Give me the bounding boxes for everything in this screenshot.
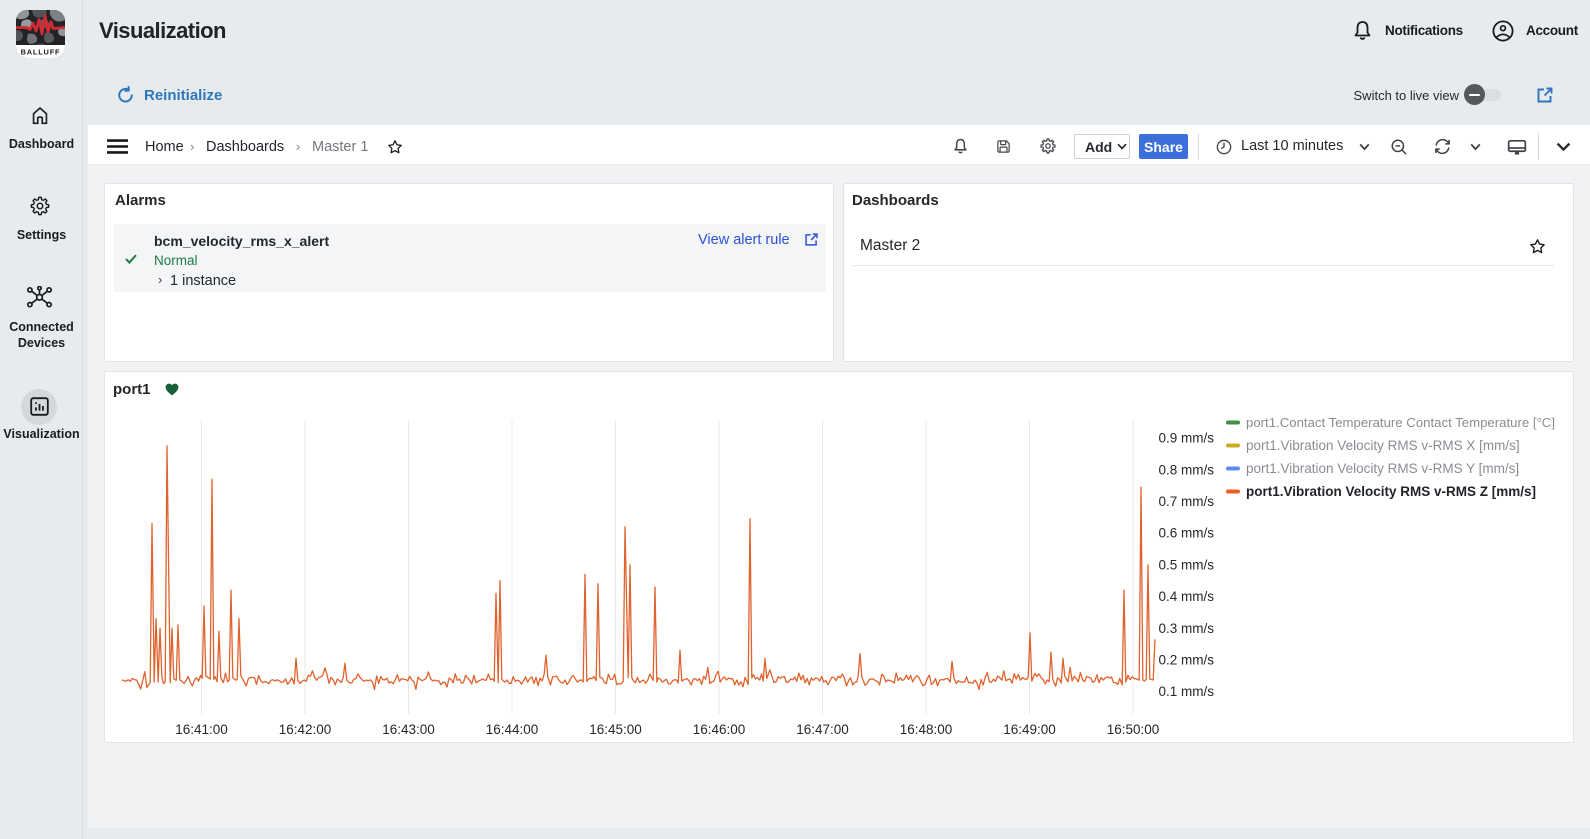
svg-text:0.9 mm/s: 0.9 mm/s [1158, 431, 1214, 446]
svg-text:0.6 mm/s: 0.6 mm/s [1158, 526, 1214, 541]
svg-text:16:47:00: 16:47:00 [796, 722, 849, 737]
svg-text:0.7 mm/s: 0.7 mm/s [1158, 494, 1214, 509]
svg-text:0.1 mm/s: 0.1 mm/s [1158, 684, 1214, 699]
svg-text:16:44:00: 16:44:00 [486, 722, 539, 737]
svg-text:0.8 mm/s: 0.8 mm/s [1158, 462, 1214, 477]
svg-text:0.2 mm/s: 0.2 mm/s [1158, 653, 1214, 668]
svg-text:16:43:00: 16:43:00 [382, 722, 435, 737]
svg-text:16:41:00: 16:41:00 [175, 722, 228, 737]
svg-text:port1.Vibration Velocity RMS v: port1.Vibration Velocity RMS v-RMS Y [mm… [1246, 461, 1519, 476]
svg-text:16:46:00: 16:46:00 [693, 722, 746, 737]
svg-text:port1.Contact Temperature Cont: port1.Contact Temperature Contact Temper… [1246, 415, 1555, 430]
svg-text:16:48:00: 16:48:00 [900, 722, 953, 737]
svg-text:BALLUFF: BALLUFF [21, 48, 61, 57]
svg-text:0.3 mm/s: 0.3 mm/s [1158, 621, 1214, 636]
svg-text:0.5 mm/s: 0.5 mm/s [1158, 557, 1214, 572]
svg-text:16:50:00: 16:50:00 [1107, 722, 1160, 737]
svg-text:16:42:00: 16:42:00 [279, 722, 332, 737]
svg-text:port1.Vibration Velocity RMS v: port1.Vibration Velocity RMS v-RMS Z [mm… [1246, 484, 1536, 499]
svg-text:16:49:00: 16:49:00 [1003, 722, 1056, 737]
svg-text:0.4 mm/s: 0.4 mm/s [1158, 589, 1214, 604]
svg-text:port1.Vibration Velocity RMS v: port1.Vibration Velocity RMS v-RMS X [mm… [1246, 438, 1520, 453]
svg-text:16:45:00: 16:45:00 [589, 722, 642, 737]
